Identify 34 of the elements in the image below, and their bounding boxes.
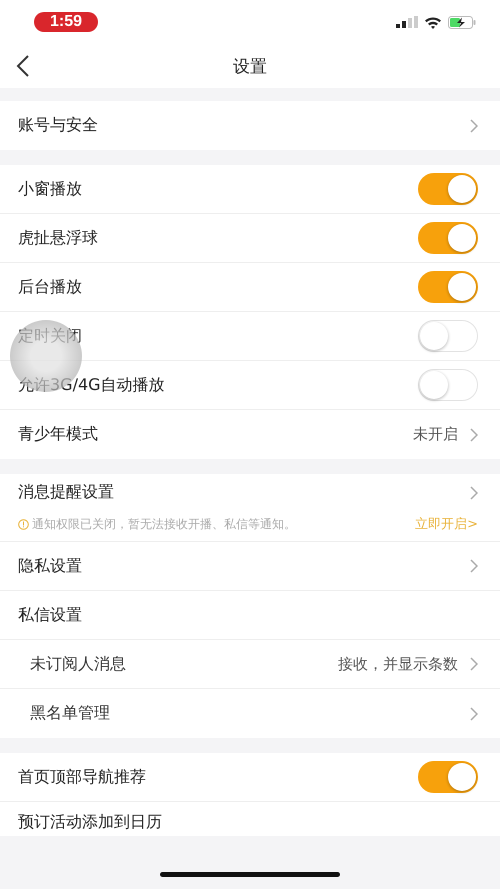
notice-text: 通知权限已关闭，暂无法接收开播、私信等通知。 (32, 516, 297, 532)
battery-charging-icon (448, 16, 476, 28)
toggle-switch[interactable] (418, 271, 478, 303)
setting-label: 首页顶部导航推荐 (18, 766, 146, 788)
toggle-switch[interactable] (418, 173, 478, 205)
chevron-right-icon (470, 486, 478, 500)
chevron-right-icon (470, 118, 478, 132)
toggle-switch[interactable] (418, 222, 478, 254)
wifi-icon (424, 16, 442, 28)
setting-label[interactable]: 隐私设置 (18, 556, 82, 576)
setting-value: 未开启 (413, 425, 458, 444)
setting-label[interactable]: 预订活动添加到日历 (18, 812, 162, 833)
setting-label[interactable]: 青少年模式 (18, 424, 98, 445)
setting-label: 虎扯悬浮球 (18, 228, 98, 248)
setting-label[interactable]: 黑名单管理 (30, 703, 110, 724)
setting-label[interactable]: 账号与安全 (18, 115, 98, 136)
setting-label: 后台播放 (18, 276, 82, 298)
back-button[interactable] (16, 54, 30, 78)
chevron-right-icon (470, 706, 478, 720)
page-title: 设置 (233, 56, 267, 78)
setting-label: 允许3G/4G自动播放 (18, 374, 165, 396)
chevron-right-icon (470, 657, 478, 671)
setting-label: 小窗播放 (18, 178, 82, 200)
toggle-switch[interactable] (418, 761, 478, 793)
setting-label[interactable]: 消息提醒设置 (18, 482, 114, 503)
setting-label[interactable]: 未订阅人消息 (30, 654, 126, 674)
info-icon (18, 518, 29, 530)
signal-icon (396, 16, 418, 28)
setting-value: 接收，并显示条数 (338, 654, 458, 674)
home-indicator[interactable] (160, 872, 340, 876)
status-time: 1:59 (34, 12, 98, 32)
setting-label: 私信设置 (18, 604, 82, 626)
chevron-right-icon (470, 559, 478, 573)
chevron-right-icon (470, 428, 478, 442)
